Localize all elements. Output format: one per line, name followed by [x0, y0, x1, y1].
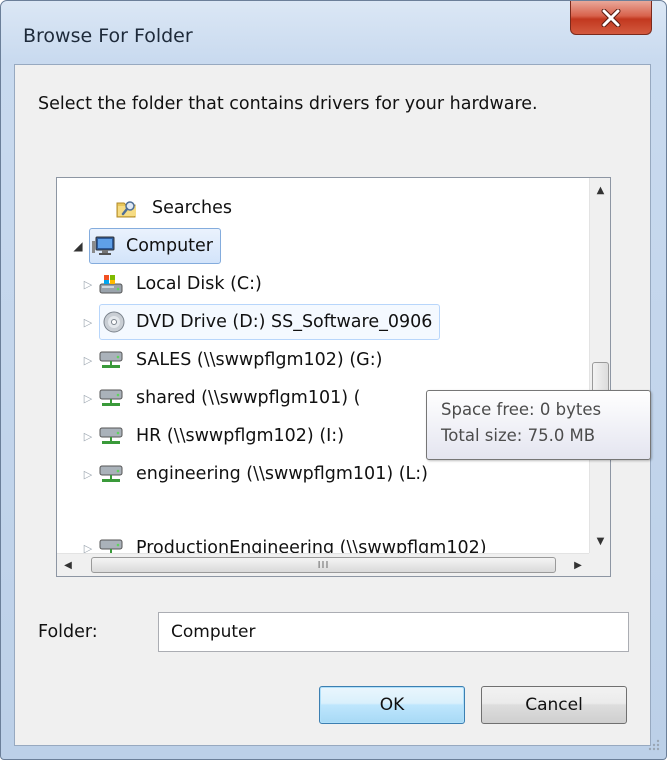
tooltip-space-free: Space free: 0 bytes: [441, 400, 602, 419]
dialog-title: Browse For Folder: [23, 25, 193, 47]
searches-folder-icon: [116, 201, 136, 218]
computer-icon: [92, 236, 115, 255]
tree-node-sales[interactable]: ▷ SALES (\\swwpflgm102) (G:): [81, 342, 388, 378]
collapsed-arrow-icon[interactable]: ▷: [81, 541, 95, 554]
dvd-drive-icon: [103, 311, 125, 333]
resize-grip-icon[interactable]: [645, 736, 661, 752]
network-drive-icon: [99, 427, 123, 444]
collapsed-arrow-icon[interactable]: ▷: [81, 277, 95, 291]
tree-node-label: Computer: [126, 236, 213, 256]
tree-node-searches[interactable]: Searches: [97, 190, 238, 226]
tree-node-shared[interactable]: ▷ shared (\\swwpflgm101) (: [81, 380, 366, 416]
scroll-right-arrow-icon[interactable]: ▶: [567, 554, 589, 576]
tree-node-label: Searches: [152, 198, 233, 218]
tree-expander: [97, 201, 111, 215]
tree-node-label: HR (\\swwpflgm102) (I:): [136, 426, 345, 446]
collapsed-arrow-icon[interactable]: ▷: [81, 391, 95, 405]
tree-node-label: engineering (\\swwpflgm101) (L:): [136, 464, 429, 484]
tree-node-computer[interactable]: ◢ Computer: [71, 228, 221, 264]
tree-node-label: Local Disk (C:): [136, 274, 262, 294]
tree-node-hr[interactable]: ▷ HR (\\swwpflgm102) (I:): [81, 418, 350, 454]
close-button[interactable]: [570, 1, 652, 35]
close-icon: [601, 8, 621, 27]
cancel-button[interactable]: Cancel: [481, 686, 627, 724]
tree-node-label: SALES (\\swwpflgm102) (G:): [136, 350, 383, 370]
scroll-down-arrow-icon[interactable]: ▼: [590, 529, 611, 553]
tree-node-production-engineering[interactable]: ▷ ProductionEngineering (\\swwpflgm102): [81, 530, 493, 553]
scroll-thumb-grip: III: [317, 559, 330, 571]
collapsed-arrow-icon[interactable]: ▷: [81, 467, 95, 481]
tree-node-label: shared (\\swwpflgm101) (: [136, 388, 361, 408]
network-drive-icon: [99, 539, 123, 553]
vertical-scrollbar[interactable]: ▲ ▼: [589, 178, 610, 553]
horizontal-scrollbar[interactable]: ◀ III ▶: [57, 553, 589, 576]
instruction-text: Select the folder that contains drivers …: [38, 94, 538, 114]
folder-tree[interactable]: Searches ◢ Computer ▷ Local Disk (C:) ▷ …: [56, 177, 611, 577]
tree-node-label: DVD Drive (D:) SS_Software_0906: [136, 312, 433, 332]
tree-node-dvd-drive[interactable]: ▷ DVD Drive (D:) SS_Software_0906: [81, 304, 441, 340]
network-drive-icon: [99, 389, 123, 406]
tree-view-area: Searches ◢ Computer ▷ Local Disk (C:) ▷ …: [57, 178, 589, 553]
tree-node-local-disk[interactable]: ▷ Local Disk (C:): [81, 266, 268, 302]
folder-label: Folder:: [38, 622, 98, 642]
collapsed-arrow-icon[interactable]: ▷: [81, 353, 95, 367]
local-disk-icon: [99, 275, 123, 294]
tooltip-total-size: Total size: 75.0 MB: [441, 426, 596, 445]
network-drive-icon: [99, 465, 123, 482]
ok-button[interactable]: OK: [319, 686, 465, 724]
network-drive-icon: [99, 351, 123, 368]
horizontal-scroll-thumb[interactable]: III: [91, 557, 556, 573]
collapsed-arrow-icon[interactable]: ▷: [81, 315, 95, 329]
folder-input[interactable]: [158, 612, 629, 652]
drive-info-tooltip: Space free: 0 bytes Total size: 75.0 MB: [426, 390, 651, 460]
scrollbar-corner: [589, 553, 610, 576]
tree-node-label: ProductionEngineering (\\swwpflgm102): [136, 538, 487, 553]
scroll-up-arrow-icon[interactable]: ▲: [590, 178, 611, 202]
scroll-left-arrow-icon[interactable]: ◀: [57, 554, 79, 576]
expanded-arrow-icon[interactable]: ◢: [71, 239, 85, 253]
tree-node-engineering[interactable]: ▷ engineering (\\swwpflgm101) (L:): [81, 456, 434, 492]
collapsed-arrow-icon[interactable]: ▷: [81, 429, 95, 443]
